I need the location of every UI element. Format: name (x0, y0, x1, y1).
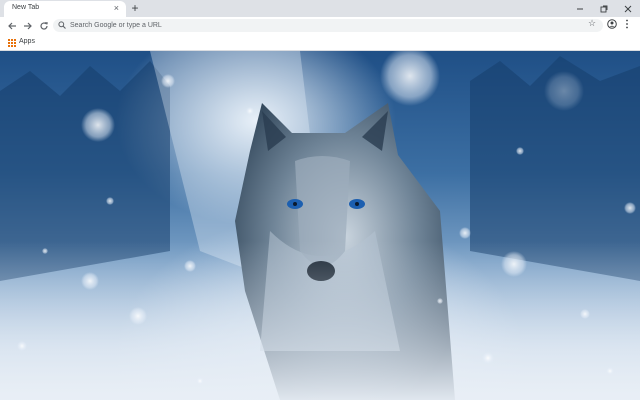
back-arrow-icon (7, 22, 16, 29)
close-window-button[interactable] (616, 0, 640, 17)
forward-arrow-icon (23, 22, 32, 29)
restore-button[interactable] (592, 0, 616, 17)
reload-icon (39, 21, 48, 30)
tab-title: New Tab (12, 4, 40, 11)
restore-icon (600, 5, 608, 12)
toolbar: Search Google or type a URL ☆ (0, 17, 640, 34)
tab-close-icon[interactable]: × (114, 3, 119, 14)
reload-button[interactable] (37, 19, 50, 32)
profile-icon[interactable] (607, 19, 617, 29)
back-button[interactable] (5, 19, 18, 32)
window-controls (568, 0, 640, 17)
omnibox-placeholder: Search Google or type a URL (70, 22, 162, 29)
minimize-button[interactable] (568, 0, 592, 17)
apps-grid-icon[interactable] (8, 39, 16, 47)
new-tab-wallpaper (0, 51, 640, 400)
menu-icon[interactable] (625, 19, 629, 29)
bookmarks-bar: Apps (0, 34, 640, 51)
omnibox[interactable]: Search Google or type a URL (53, 19, 603, 32)
wolf-wallpaper-image (0, 51, 640, 400)
search-icon (58, 21, 66, 29)
apps-bookmark[interactable]: Apps (19, 38, 35, 45)
forward-button[interactable] (21, 19, 34, 32)
tab-strip: New Tab × + (0, 0, 640, 17)
minimize-icon (577, 8, 583, 9)
close-icon (624, 5, 632, 12)
star-icon[interactable]: ☆ (588, 18, 596, 29)
tab-new-tab[interactable]: New Tab × (4, 1, 126, 17)
new-tab-button[interactable]: + (129, 1, 141, 15)
